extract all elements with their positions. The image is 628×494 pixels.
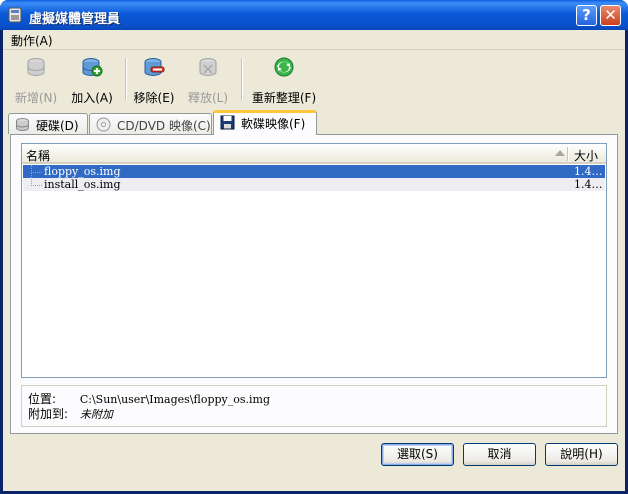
attached-row: 附加到: 未附加 [28, 405, 113, 422]
close-icon: ✕ [604, 6, 617, 24]
toolbar: 新增(N) 加入(A) 移除(E) 釋放(L) 重新整理(F) [3, 50, 625, 108]
details-box: 位置: C:\Sun\user\Images\floppy_os.img 附加到… [21, 385, 607, 427]
add-label: 加入(A) [71, 91, 113, 105]
tree-line [31, 172, 42, 186]
attached-value: 未附加 [79, 408, 113, 421]
column-name-header[interactable]: 名稱 [26, 147, 50, 164]
column-size-header[interactable]: 大小 [574, 147, 598, 164]
list-header: 名稱 大小 [22, 144, 606, 164]
tab-cd-dvd-images[interactable]: CD/DVD 映像(C) [89, 113, 212, 134]
refresh-icon [274, 57, 294, 77]
window-title: 虛擬媒體管理員 [29, 12, 121, 27]
add-disk-icon [82, 58, 103, 77]
item-size: 1.4… [574, 165, 603, 178]
tab-label: CD/DVD 映像(C) [117, 119, 211, 133]
title-bar[interactable]: 虛擬媒體管理員 ? ✕ [0, 0, 628, 30]
item-name: floppy_os.img [44, 165, 121, 178]
client-area: 動作(A) 新增(N) 加入(A) 移除(E) 釋放(L) 重新整理(F) 硬碟… [3, 30, 625, 491]
select-button[interactable]: 選取(S) [381, 443, 454, 466]
item-name: install_os.img [44, 178, 121, 191]
help-title-button[interactable]: ? [576, 5, 597, 26]
help-icon: ? [582, 6, 591, 24]
cancel-button[interactable]: 取消 [463, 443, 536, 466]
menu-bar: 動作(A) [3, 30, 625, 50]
tab-hard-disks[interactable]: 硬碟(D) [8, 113, 88, 134]
list-item[interactable]: install_os.img 1.4… [23, 172, 605, 191]
tab-strip: 硬碟(D) CD/DVD 映像(C) 軟碟映像(F) [3, 110, 625, 135]
release-label: 釋放(L) [187, 91, 229, 105]
virtual-media-manager-window: 虛擬媒體管理員 ? ✕ 動作(A) 新增(N) 加入(A) 移除(E) 釋放(L… [0, 0, 628, 494]
toolbar-separator [241, 58, 243, 100]
list-item[interactable]: floppy_os.img 1.4… [23, 165, 605, 178]
cd-icon [96, 117, 111, 132]
tab-floppy-images[interactable]: 軟碟映像(F) [213, 110, 317, 135]
tab-label: 軟碟映像(F) [241, 117, 306, 131]
column-divider[interactable] [567, 147, 569, 161]
new-label: 新增(N) [14, 91, 58, 105]
close-button[interactable]: ✕ [600, 5, 621, 26]
release-disk-icon [199, 58, 217, 76]
sort-ascending-icon [555, 150, 565, 156]
tab-panel: 名稱 大小 floppy_os.img 1.4… install_os.img … [10, 134, 618, 434]
floppy-icon [220, 115, 235, 130]
remove-label: 移除(E) [133, 91, 175, 105]
remove-disk-icon [144, 58, 165, 76]
refresh-label: 重新整理(F) [251, 91, 317, 105]
tab-label: 硬碟(D) [36, 119, 79, 133]
menu-actions[interactable]: 動作(A) [11, 32, 53, 49]
attached-label: 附加到: [28, 407, 69, 421]
toolbar-separator [125, 58, 127, 100]
new-disk-icon [27, 58, 45, 76]
app-icon [8, 7, 22, 23]
item-size: 1.4… [574, 178, 603, 191]
hard-disk-icon [16, 118, 29, 131]
media-list[interactable]: 名稱 大小 floppy_os.img 1.4… install_os.img … [21, 143, 607, 378]
help-button[interactable]: 說明(H) [545, 443, 618, 466]
